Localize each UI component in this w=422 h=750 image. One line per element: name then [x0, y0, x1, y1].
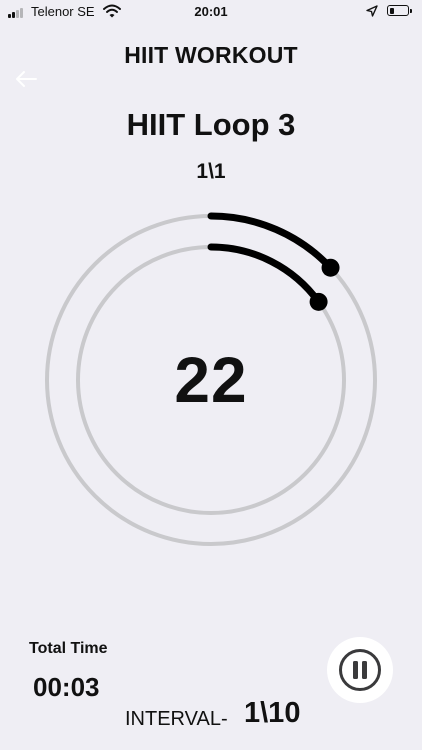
- inner-progress-arc: [207, 243, 323, 306]
- round-counter: 1\1: [196, 160, 226, 183]
- workout-name: HIIT Loop 3: [126, 107, 296, 142]
- status-time: 20:01: [194, 4, 228, 19]
- pause-button[interactable]: [327, 637, 393, 703]
- interval-label: INTERVAL-: [125, 708, 228, 730]
- countdown-timer: 22: [174, 344, 248, 416]
- battery-icon: [387, 5, 412, 16]
- total-time-value: 00:03: [33, 672, 100, 702]
- outer-progress-arc: [207, 212, 335, 272]
- total-time-label: Total Time: [29, 640, 108, 657]
- back-arrow-icon[interactable]: [14, 66, 40, 92]
- page-title: HIIT WORKOUT: [124, 42, 298, 68]
- location-arrow-icon: [366, 5, 378, 17]
- outer-progress-knob: [321, 258, 340, 277]
- interval-value: 1\10: [244, 697, 301, 729]
- inner-progress-knob: [309, 292, 328, 311]
- pause-icon: [339, 649, 381, 691]
- status-bar: Telenor SE 20:01: [0, 0, 422, 24]
